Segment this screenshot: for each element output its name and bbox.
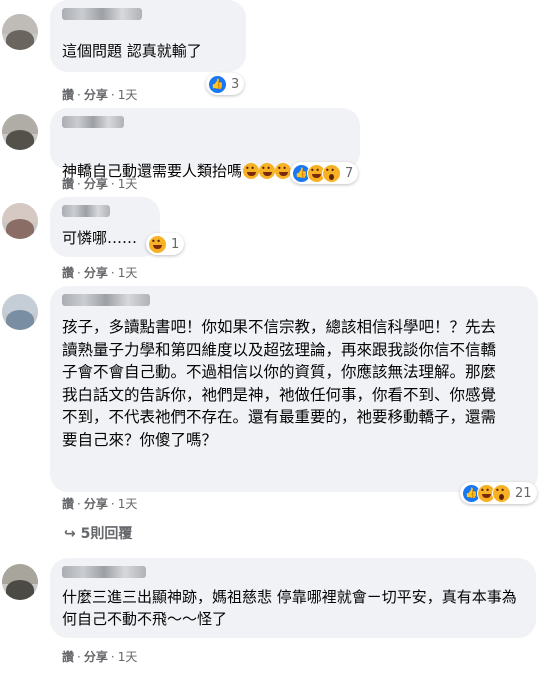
reaction-summary[interactable]: 👍 3 [206, 73, 245, 95]
like-action[interactable]: 讚 [62, 497, 74, 511]
haha-icon [243, 160, 260, 179]
like-action[interactable]: 讚 [62, 650, 74, 664]
avatar[interactable] [2, 14, 38, 50]
avatar[interactable] [2, 114, 38, 150]
comment-actions: 讚 · 分享 · 1天 [62, 177, 138, 191]
comment-actions: 讚 · 分享 · 1天 [62, 266, 138, 280]
comment-text: 孩子，多讀點書吧！你如果不信宗教，總該相信科學吧！？先去讀熟量子力學和第四維度以… [62, 318, 497, 449]
comment-actions: 讚 · 分享 · 1天 [62, 88, 138, 102]
timestamp[interactable]: 1天 [118, 650, 138, 664]
reaction-count: 3 [231, 76, 240, 92]
author-name-blurred[interactable] [62, 294, 150, 306]
haha-icon [259, 160, 276, 179]
like-icon: 👍 [208, 74, 227, 94]
reaction-count: 1 [171, 236, 180, 252]
like-action[interactable]: 讚 [62, 177, 74, 191]
share-action[interactable]: 分享 [84, 650, 108, 664]
reaction-count: 7 [345, 165, 354, 181]
avatar[interactable] [2, 294, 38, 330]
comment-text: 可憐哪…… [62, 229, 138, 247]
comment-text: 這個問題 認真就輸了 [62, 42, 202, 60]
wow-icon [322, 162, 341, 183]
reply-arrow-icon: ↪ [64, 526, 76, 542]
share-action[interactable]: 分享 [84, 177, 108, 191]
timestamp[interactable]: 1天 [118, 177, 138, 191]
comment-bubble: 可憐哪…… [50, 197, 160, 257]
timestamp[interactable]: 1天 [118, 88, 138, 102]
avatar[interactable] [2, 564, 38, 600]
comment-text: 什麼三進三出顯神跡，媽祖慈悲 停靠哪裡就會ㄧ切平安，真有本事為何自己不動不飛～～… [62, 588, 517, 628]
comment-actions: 讚 · 分享 · 1天 [62, 497, 138, 511]
comment-bubble: 什麼三進三出顯神跡，媽祖慈悲 停靠哪裡就會ㄧ切平安，真有本事為何自己不動不飛～～… [50, 558, 536, 638]
reaction-summary[interactable]: 1 [146, 233, 185, 255]
haha-icon [275, 160, 292, 179]
comment-actions: 讚 · 分享 · 1天 [62, 650, 138, 664]
author-name-blurred[interactable] [62, 8, 142, 20]
author-name-blurred[interactable] [62, 566, 146, 578]
share-action[interactable]: 分享 [84, 266, 108, 280]
timestamp[interactable]: 1天 [118, 266, 138, 280]
view-replies-link[interactable]: ↪ 5則回覆 [64, 523, 132, 543]
avatar[interactable] [2, 203, 38, 239]
reaction-summary[interactable]: 👍 7 [290, 162, 359, 184]
author-name-blurred[interactable] [62, 116, 124, 128]
reaction-count: 21 [515, 485, 532, 501]
like-action[interactable]: 讚 [62, 88, 74, 102]
author-name-blurred[interactable] [62, 205, 110, 217]
haha-icon [148, 233, 167, 254]
like-action[interactable]: 讚 [62, 266, 74, 280]
share-action[interactable]: 分享 [84, 497, 108, 511]
share-action[interactable]: 分享 [84, 88, 108, 102]
wow-icon [492, 482, 511, 503]
comment-bubble: 孩子，多讀點書吧！你如果不信宗教，總該相信科學吧！？先去讀熟量子力學和第四維度以… [50, 286, 538, 492]
comment-bubble: 這個問題 認真就輸了 [50, 0, 246, 72]
inline-emojis [243, 160, 292, 185]
timestamp[interactable]: 1天 [118, 497, 138, 511]
reaction-summary[interactable]: 👍 21 [460, 482, 537, 504]
